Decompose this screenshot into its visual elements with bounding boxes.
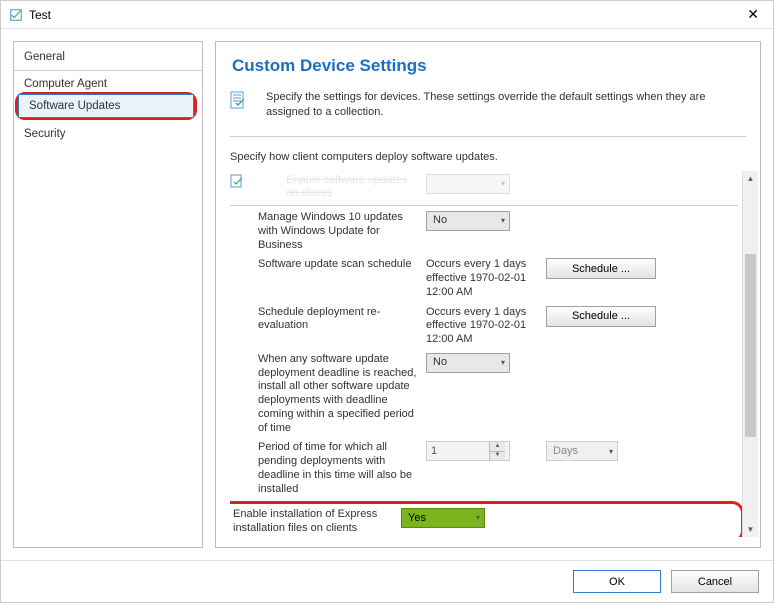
section-subhead: Specify how client computers deploy soft… (230, 151, 758, 163)
express-highlight: Enable installation of Express installat… (230, 501, 742, 537)
row-icon (230, 174, 258, 193)
sidebar-item-software-updates[interactable]: Software Updates (18, 94, 194, 118)
page-title: Custom Device Settings (230, 56, 758, 76)
setting-row-manage-w10: Manage Windows 10 updates with Windows U… (230, 208, 738, 255)
divider (230, 136, 746, 137)
spin-up-icon[interactable]: ▲ (490, 442, 505, 452)
spin-down-icon[interactable]: ▼ (490, 452, 505, 461)
sidebar-item-security[interactable]: Security (14, 123, 202, 145)
schedule-button-scan[interactable]: Schedule ... (546, 258, 656, 279)
settings-list: Enable software updates on clients ▾ Man… (230, 171, 742, 537)
dialog-window: Test ✕ General Computer Agent Software U… (0, 0, 774, 603)
sidebar-highlight: Software Updates (15, 92, 197, 120)
chevron-down-icon: ▾ (476, 513, 480, 523)
close-icon[interactable]: ✕ (741, 6, 765, 23)
cancel-button[interactable]: Cancel (671, 570, 759, 593)
dialog-footer: OK Cancel (1, 560, 773, 602)
setting-row-reeval: Schedule deployment re-evaluation Occurs… (230, 303, 738, 350)
combo-express[interactable]: Yes▾ (401, 508, 485, 528)
window-title: Test (29, 8, 741, 22)
chevron-down-icon: ▾ (609, 447, 613, 456)
titlebar: Test ✕ (1, 1, 773, 29)
scroll-down-icon[interactable]: ▼ (743, 521, 759, 537)
label-express: Enable installation of Express installat… (233, 508, 401, 536)
spinner-period-input[interactable] (427, 442, 489, 460)
label-manage-w10: Manage Windows 10 updates with Windows U… (258, 211, 426, 252)
chevron-down-icon: ▾ (501, 216, 505, 226)
intro-text: Specify the settings for devices. These … (266, 90, 746, 120)
combo-manage-w10[interactable]: No▾ (426, 211, 510, 231)
schedule-button-reeval[interactable]: Schedule ... (546, 306, 656, 327)
label-period: Period of time for which all pending dep… (258, 441, 426, 496)
scroll-up-icon[interactable]: ▲ (743, 171, 759, 187)
label-scan-schedule: Software update scan schedule (258, 258, 426, 272)
label-deadline: When any software update deployment dead… (258, 353, 426, 436)
settings-scroll-wrap: Enable software updates on clients ▾ Man… (230, 171, 758, 537)
combo-period-unit: Days▾ (546, 441, 618, 461)
window-icon (9, 8, 23, 22)
setting-row-period: Period of time for which all pending dep… (230, 438, 738, 499)
scroll-thumb[interactable] (745, 254, 756, 438)
scroll-track[interactable] (743, 187, 758, 521)
content-area: General Computer Agent Software Updates … (1, 29, 773, 560)
ok-button[interactable]: OK (573, 570, 661, 593)
value-reeval: Occurs every 1 days effective 1970-02-01… (426, 306, 546, 347)
sidebar-item-general[interactable]: General (14, 46, 202, 71)
main-panel: Custom Device Settings Specify the setti… (215, 41, 761, 548)
setting-row-express: Enable installation of Express installat… (230, 508, 735, 536)
setting-row-cutoff: Enable software updates on clients ▾ (230, 171, 738, 207)
combo-deadline[interactable]: No▾ (426, 353, 510, 373)
label-reeval: Schedule deployment re-evaluation (258, 306, 426, 334)
cutoff-combo[interactable]: ▾ (426, 174, 510, 194)
cutoff-label: Enable software updates on clients (258, 174, 426, 202)
setting-row-scan-schedule: Software update scan schedule Occurs eve… (230, 255, 738, 302)
setting-row-deadline: When any software update deployment dead… (230, 350, 738, 439)
intro-row: Specify the settings for devices. These … (230, 90, 758, 120)
value-scan-schedule: Occurs every 1 days effective 1970-02-01… (426, 258, 546, 299)
chevron-down-icon: ▾ (501, 179, 505, 189)
chevron-down-icon: ▾ (501, 358, 505, 368)
sidebar: General Computer Agent Software Updates … (13, 41, 203, 548)
vertical-scrollbar[interactable]: ▲ ▼ (742, 171, 758, 537)
settings-icon (230, 90, 256, 114)
spinner-period[interactable]: ▲▼ (426, 441, 510, 461)
